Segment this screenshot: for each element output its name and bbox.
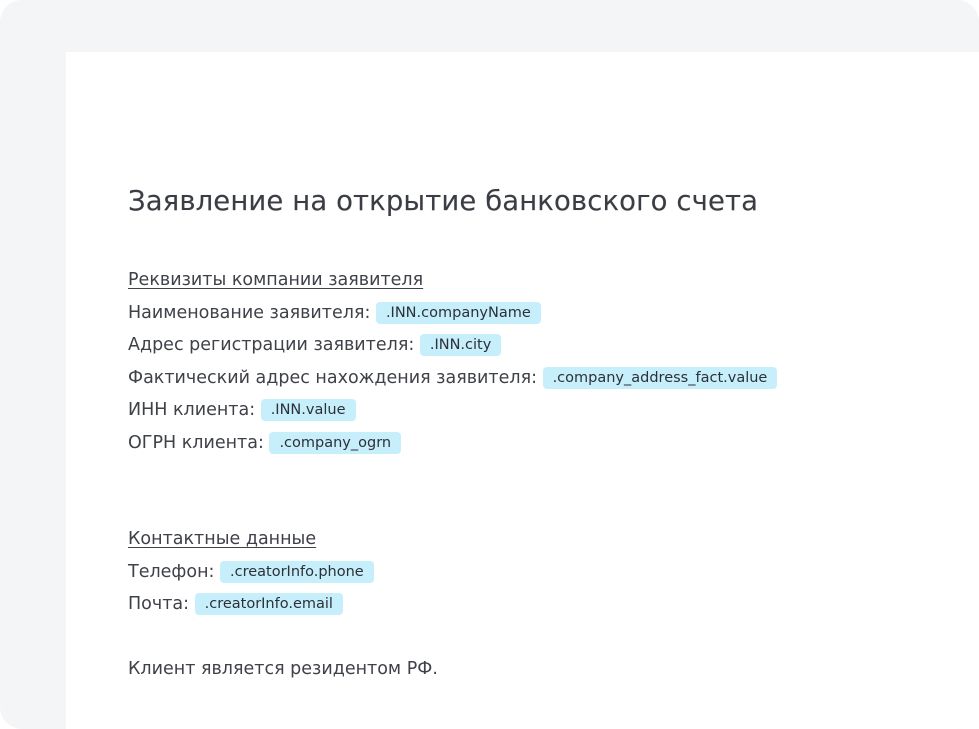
field-label: Адрес регистрации заявителя:	[128, 335, 415, 355]
template-variable-tag[interactable]: .company_address_fact.value	[542, 366, 778, 389]
field-phone: Телефон: .creatorInfo.phone	[128, 556, 948, 589]
field-registration-address: Адрес регистрации заявителя: .INN.city	[128, 329, 948, 362]
template-variable-tag[interactable]: .creatorInfo.email	[194, 593, 343, 615]
field-label: ОГРН клиента:	[128, 432, 264, 453]
document-content: Заявление на открытие банковского счета …	[128, 182, 948, 685]
field-label: ИНН клиента:	[128, 400, 256, 420]
field-email: Почта: .creatorInfo.email	[128, 588, 948, 621]
field-label: Телефон:	[128, 561, 215, 582]
field-ogrn: ОГРН клиента: .company_ogrn	[128, 427, 948, 460]
field-inn: ИНН клиента: .INN.value	[128, 394, 948, 427]
document-page: Заявление на открытие банковского счета …	[66, 52, 979, 729]
template-variable-tag[interactable]: .creatorInfo.phone	[220, 560, 374, 583]
field-label: Фактический адрес нахождения заявителя:	[128, 367, 537, 388]
template-variable-tag[interactable]: .INN.value	[260, 399, 356, 421]
template-variable-tag[interactable]: .INN.city	[419, 334, 502, 356]
field-applicant-name: Наименование заявителя: .INN.companyName	[128, 297, 948, 330]
template-variable-tag[interactable]: .company_ogrn	[269, 431, 402, 454]
field-label: Наименование заявителя:	[128, 302, 371, 323]
contact-details-heading: Контактные данные	[128, 529, 317, 549]
document-title: Заявление на открытие банковского счета	[128, 185, 759, 217]
resident-statement: Клиент является резидентом РФ.	[128, 658, 438, 679]
company-details-heading: Реквизиты компании заявителя	[128, 270, 424, 290]
contact-details-section: Контактные данные Телефон: .creatorInfo.…	[128, 523, 948, 621]
template-variable-tag[interactable]: .INN.companyName	[375, 301, 541, 324]
window-frame: Заявление на открытие банковского счета …	[0, 0, 979, 729]
field-actual-address: Фактический адрес нахождения заявителя: …	[128, 362, 948, 395]
company-details-section: Реквизиты компании заявителя Наименовани…	[128, 264, 948, 459]
field-label: Почта:	[128, 594, 190, 614]
